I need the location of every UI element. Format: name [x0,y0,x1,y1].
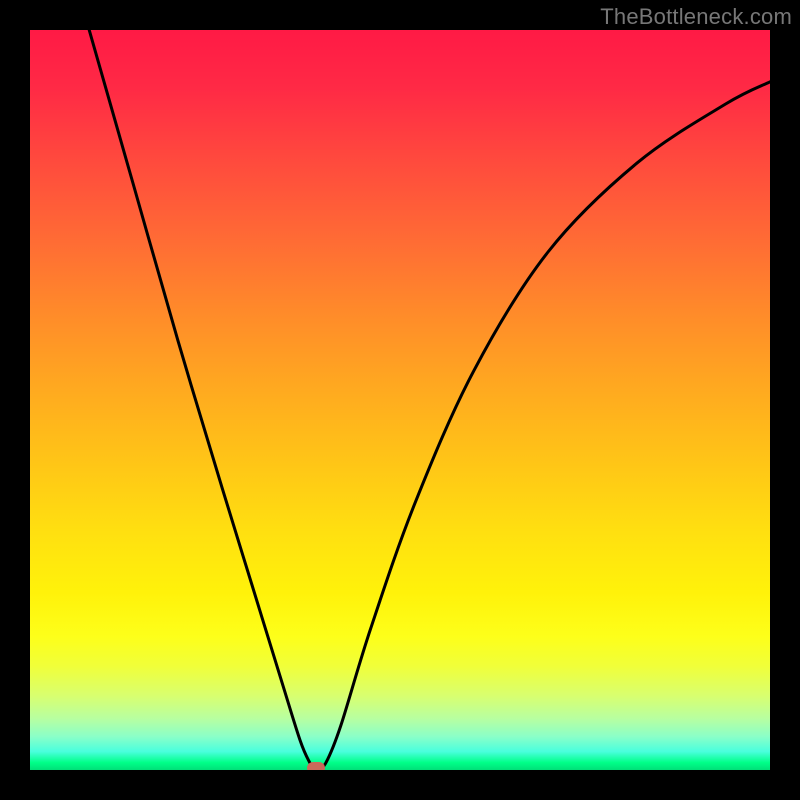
attribution-text: TheBottleneck.com [600,4,792,30]
curve-layer [30,30,770,770]
minimum-marker [307,762,325,770]
plot-area [30,30,770,770]
chart-frame: TheBottleneck.com [0,0,800,800]
bottleneck-curve [89,30,770,768]
